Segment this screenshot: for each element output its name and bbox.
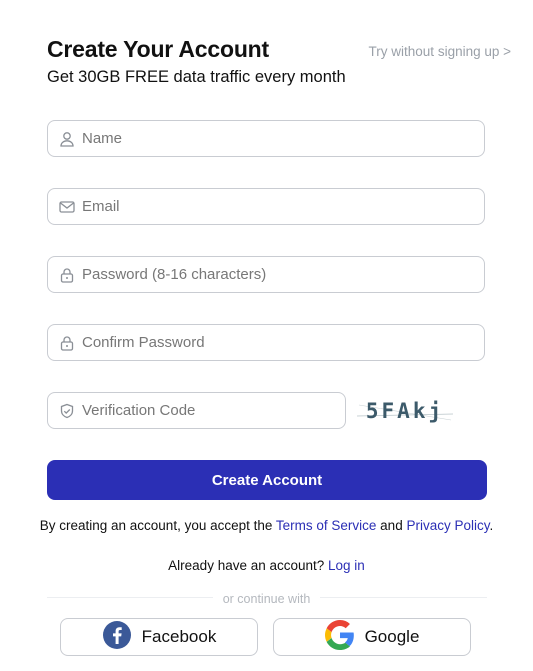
divider-label: or continue with — [212, 592, 321, 606]
terms-of-service-link[interactable]: Terms of Service — [276, 518, 377, 533]
mail-icon — [58, 198, 76, 216]
terms-notice: By creating an account, you accept the T… — [0, 518, 533, 533]
captcha-image[interactable]: 5FAkj — [355, 396, 455, 426]
facebook-login-button[interactable]: Facebook — [60, 618, 258, 656]
name-input[interactable] — [82, 121, 484, 156]
confirm-password-input[interactable] — [82, 325, 484, 360]
try-without-signing-up-link[interactable]: Try without signing up > — [369, 44, 511, 59]
email-field[interactable] — [47, 188, 485, 225]
user-icon — [58, 130, 76, 148]
page-title: Create Your Account — [47, 36, 269, 62]
lock-icon — [58, 334, 76, 352]
google-icon — [324, 619, 355, 655]
create-account-button[interactable]: Create Account — [47, 460, 487, 500]
verification-code-field[interactable] — [47, 392, 346, 429]
login-prompt: Already have an account? Log in — [0, 558, 533, 573]
divider: or continue with — [0, 590, 533, 608]
facebook-icon — [102, 620, 132, 655]
google-login-button[interactable]: Google — [273, 618, 471, 656]
page-subtitle: Get 30GB FREE data traffic every month — [47, 68, 346, 86]
log-in-link[interactable]: Log in — [328, 558, 365, 573]
terms-suffix: . — [489, 518, 494, 533]
shield-check-icon — [58, 402, 76, 420]
terms-middle: and — [376, 518, 407, 533]
password-field[interactable] — [47, 256, 485, 293]
password-input[interactable] — [82, 257, 484, 292]
name-field[interactable] — [47, 120, 485, 157]
confirm-password-field[interactable] — [47, 324, 485, 361]
terms-prefix: By creating an account, you accept the — [39, 518, 276, 533]
login-prompt-text: Already have an account? — [168, 558, 329, 573]
verification-code-input[interactable] — [82, 393, 345, 428]
facebook-label: Facebook — [141, 627, 217, 646]
google-label: Google — [364, 627, 420, 646]
captcha-text: 5FAkj — [366, 399, 444, 423]
email-input[interactable] — [82, 189, 484, 224]
lock-icon — [58, 266, 76, 284]
privacy-policy-link[interactable]: Privacy Policy — [406, 518, 489, 533]
